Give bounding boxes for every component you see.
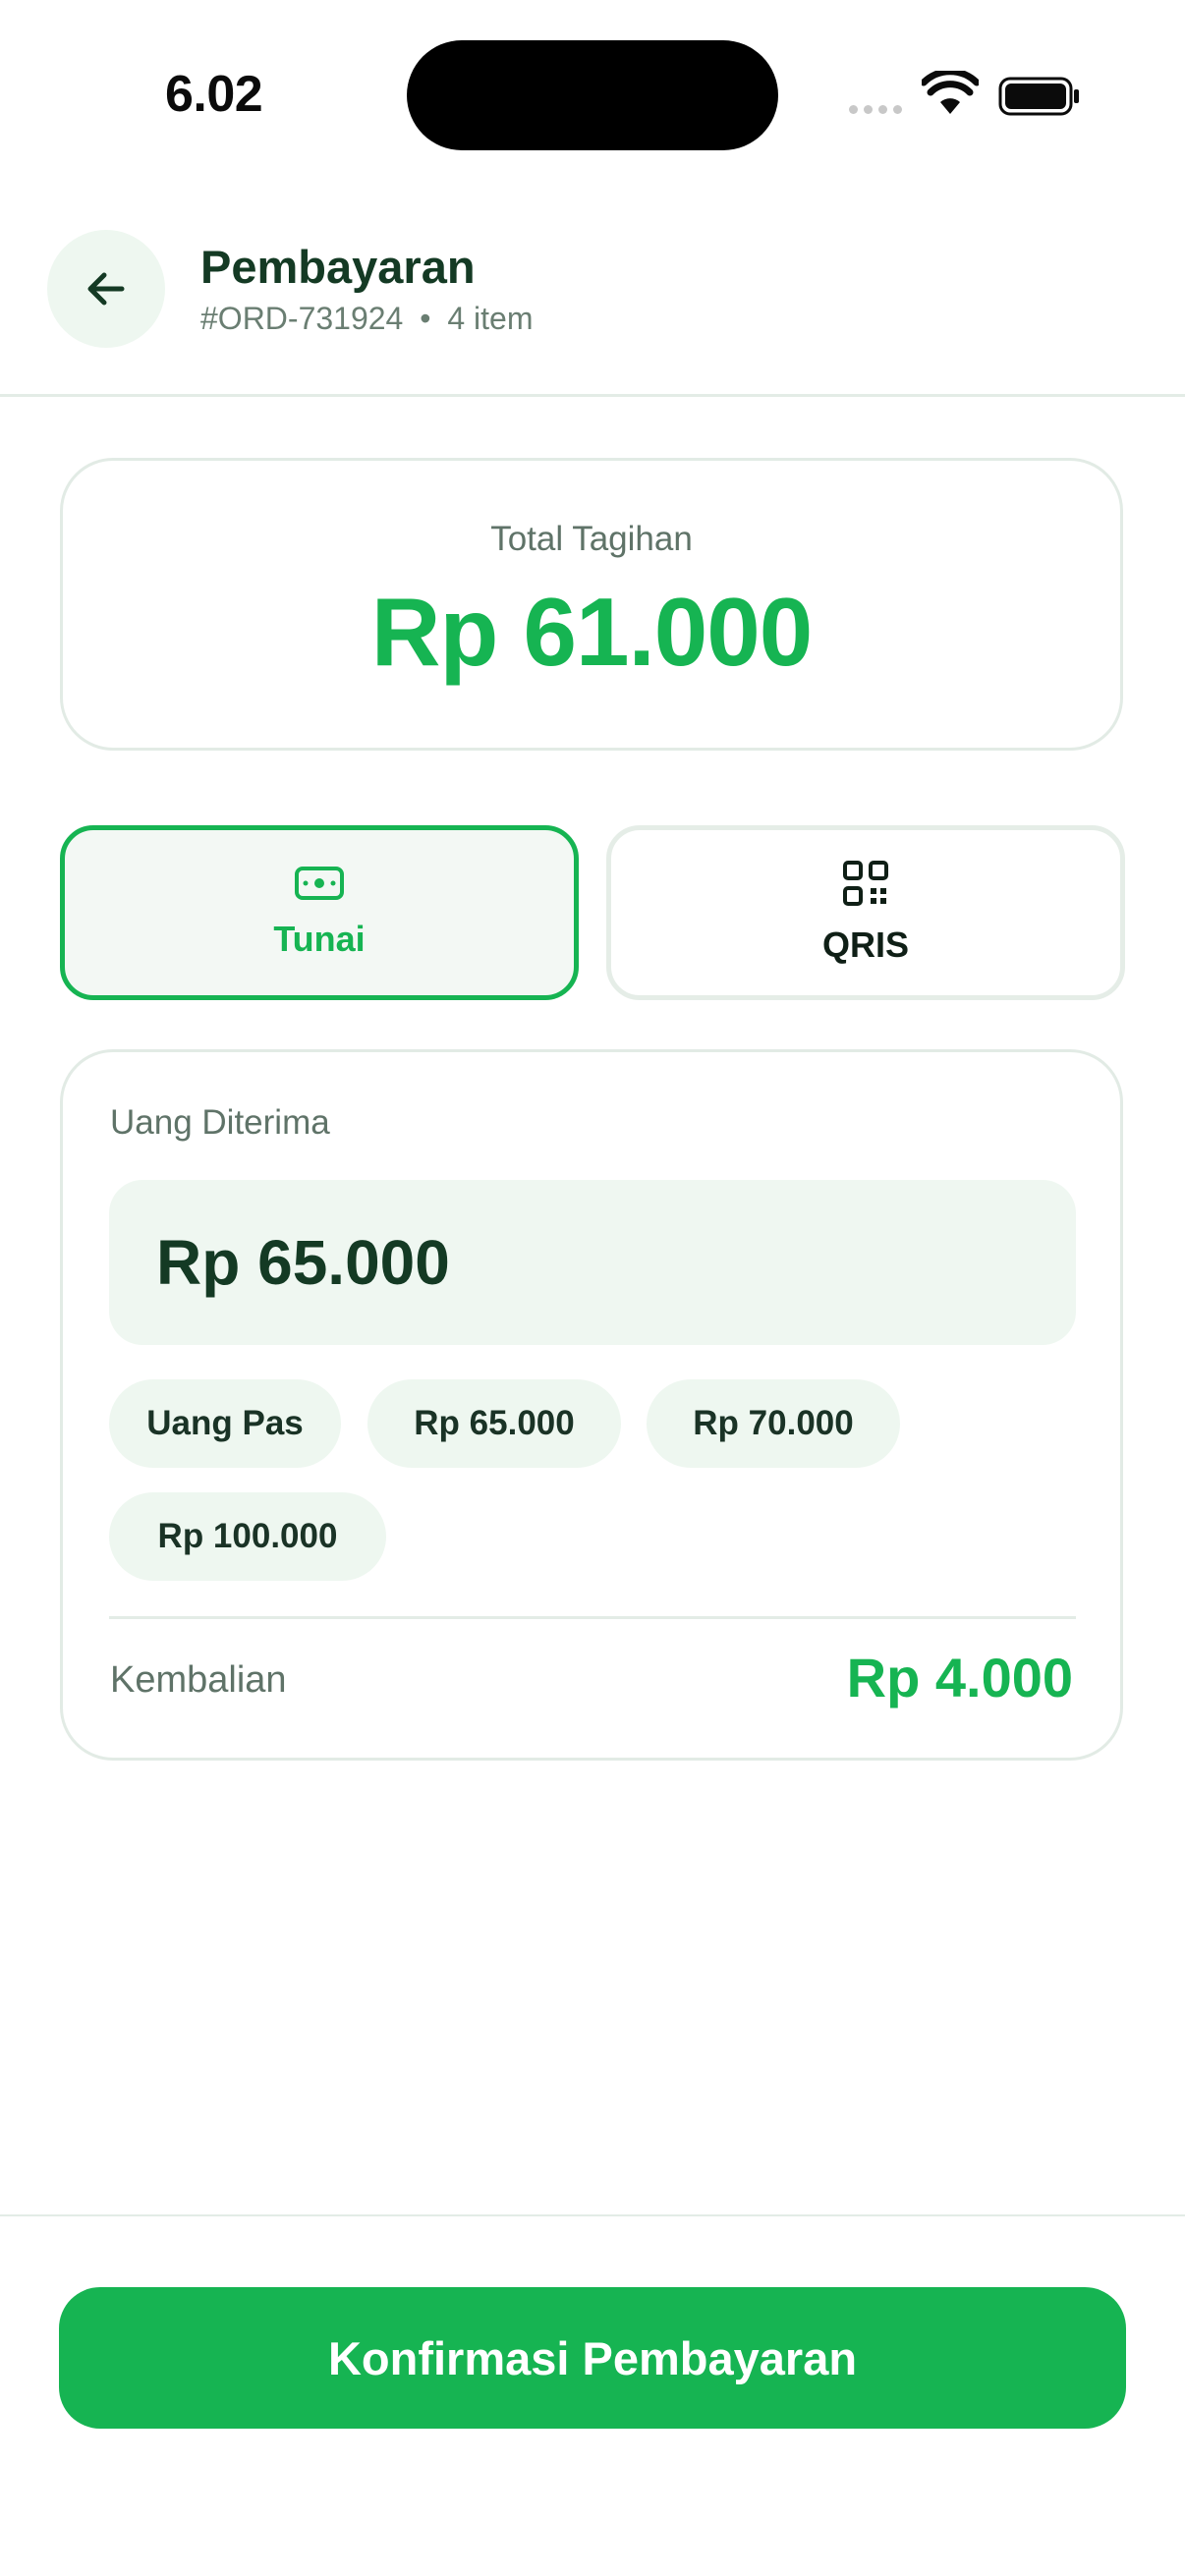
dynamic-island xyxy=(407,40,778,150)
item-count: 4 item xyxy=(447,301,534,336)
order-id: #ORD-731924 xyxy=(200,301,404,336)
payment-method-label: QRIS xyxy=(821,924,909,965)
footer-divider xyxy=(0,2214,1185,2216)
quick-amount-chip-70000[interactable]: Rp 70.000 xyxy=(647,1379,900,1468)
back-button[interactable] xyxy=(47,230,165,348)
cellular-signal-icon xyxy=(849,101,908,115)
change-amount: Rp 4.000 xyxy=(846,1647,1073,1708)
change-label: Kembalian xyxy=(110,1659,287,1701)
payment-method-qris[interactable]: QRIS xyxy=(606,825,1125,1000)
total-amount: Rp 61.000 xyxy=(370,578,814,686)
subtitle-separator: • xyxy=(420,301,431,336)
quick-amount-chip-exact[interactable]: Uang Pas xyxy=(109,1379,341,1468)
qr-code-icon xyxy=(843,861,888,906)
card-divider xyxy=(109,1616,1076,1619)
total-card: Total Tagihan Rp 61.000 xyxy=(60,458,1123,751)
confirm-payment-button[interactable]: Konfirmasi Pembayaran xyxy=(59,2287,1126,2429)
status-time: 6.02 xyxy=(165,66,263,123)
total-label: Total Tagihan xyxy=(490,520,693,558)
received-label: Uang Diterima xyxy=(110,1103,330,1142)
arrow-left-icon xyxy=(87,272,125,306)
cash-payment-card: Uang Diterima Uang Pas Rp 65.000 Rp 70.0… xyxy=(60,1049,1123,1761)
order-subtitle: #ORD-731924 • 4 item xyxy=(200,301,533,337)
page-title: Pembayaran xyxy=(200,241,476,293)
received-amount-input[interactable] xyxy=(109,1180,1076,1345)
payment-method-cash[interactable]: Tunai xyxy=(60,825,579,1000)
cash-icon xyxy=(295,867,344,900)
header-divider xyxy=(0,394,1185,397)
battery-icon xyxy=(998,77,1081,116)
quick-amount-chip-100000[interactable]: Rp 100.000 xyxy=(109,1492,386,1581)
wifi-icon xyxy=(920,68,981,116)
quick-amount-chip-65000[interactable]: Rp 65.000 xyxy=(367,1379,621,1468)
payment-method-label: Tunai xyxy=(273,919,366,959)
